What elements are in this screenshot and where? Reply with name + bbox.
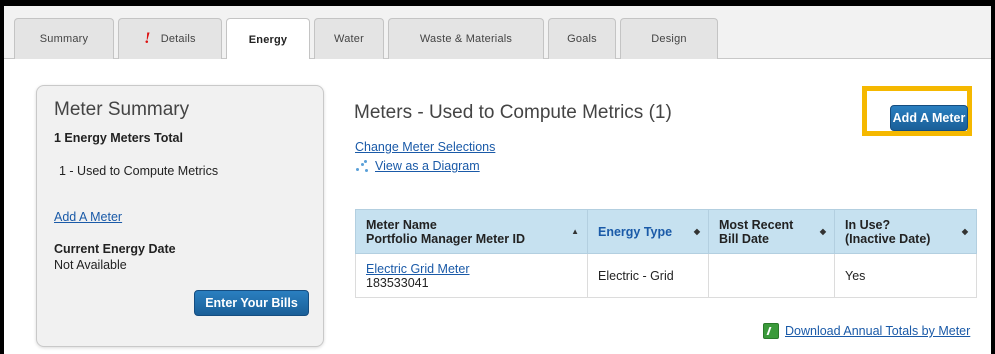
header-label: In Use? <box>845 217 891 232</box>
sort-icon: ◆ <box>819 226 826 236</box>
header-label: (Inactive Date) <box>845 231 931 246</box>
meter-summary-title: Meter Summary <box>54 99 190 120</box>
add-meter-highlight: Add A Meter <box>862 86 972 136</box>
tab-energy[interactable]: Energy <box>226 18 310 60</box>
tab-goals[interactable]: Goals <box>548 18 616 59</box>
tab-label: Design <box>651 33 687 45</box>
meters-used-count: 1 - Used to Compute Metrics <box>59 164 219 178</box>
tab-bar: Summary ! Details Energy Water Waste & Ma… <box>4 6 991 60</box>
tab-label: Energy <box>248 33 288 46</box>
tab-waste-materials[interactable]: Waste & Materials <box>388 18 544 59</box>
sort-icon: ◆ <box>693 226 700 236</box>
table-header-row: Meter Name Portfolio Manager Meter ID ▲ … <box>355 209 977 254</box>
current-energy-date-value: Not Available <box>54 258 127 272</box>
meter-name-cell: Electric Grid Meter 183533041 <box>355 253 588 298</box>
excel-icon <box>763 323 779 339</box>
header-label: Bill Date <box>719 231 770 246</box>
tab-design[interactable]: Design <box>620 18 718 59</box>
tab-label: Details <box>160 33 196 45</box>
download-annual-totals-link[interactable]: Download Annual Totals by Meter <box>763 323 970 339</box>
header-label: Energy Type <box>598 224 673 239</box>
view-as-diagram-label: View as a Diagram <box>375 159 480 173</box>
column-header-meter-name[interactable]: Meter Name Portfolio Manager Meter ID ▲ <box>355 209 588 254</box>
tab-label: Goals <box>567 33 597 45</box>
energy-content: Meter Summary 1 Energy Meters Total 1 - … <box>4 59 991 354</box>
meters-table: Meter Name Portfolio Manager Meter ID ▲ … <box>355 209 977 298</box>
change-meter-selections-link[interactable]: Change Meter Selections <box>355 140 495 154</box>
meters-section-title: Meters - Used to Compute Metrics (1) <box>354 102 672 123</box>
tab-label: Water <box>334 33 364 45</box>
tab-label: Waste & Materials <box>419 33 513 45</box>
tab-water[interactable]: Water <box>314 18 384 59</box>
header-label: Most Recent <box>719 217 794 232</box>
tab-label: Summary <box>39 33 89 45</box>
table-row: Electric Grid Meter 183533041 Electric -… <box>355 253 977 298</box>
diagram-icon <box>355 159 369 173</box>
bill-date-cell <box>708 253 835 298</box>
view-as-diagram-link[interactable]: View as a Diagram <box>355 159 480 173</box>
tab-details[interactable]: ! Details <box>118 18 222 59</box>
add-meter-button[interactable]: Add A Meter <box>890 105 968 131</box>
sort-icon: ◆ <box>961 226 968 236</box>
header-label: Portfolio Manager Meter ID <box>366 231 526 246</box>
meter-id: 183533041 <box>366 275 429 290</box>
current-energy-date-label: Current Energy Date <box>54 242 176 256</box>
enter-your-bills-button[interactable]: Enter Your Bills <box>194 290 309 316</box>
in-use-cell: Yes <box>834 253 977 298</box>
meter-summary-panel: Meter Summary 1 Energy Meters Total 1 - … <box>36 85 324 347</box>
tab-summary[interactable]: Summary <box>14 18 114 59</box>
alert-icon: ! <box>144 30 151 47</box>
column-header-bill-date[interactable]: Most Recent Bill Date ◆ <box>708 209 835 254</box>
column-header-in-use[interactable]: In Use? (Inactive Date) ◆ <box>834 209 977 254</box>
energy-type-cell: Electric - Grid <box>587 253 709 298</box>
sort-asc-icon: ▲ <box>571 226 579 236</box>
add-meter-link[interactable]: Add A Meter <box>54 210 122 224</box>
header-label: Meter Name <box>366 217 437 232</box>
app-frame: Summary ! Details Energy Water Waste & Ma… <box>4 6 991 354</box>
meters-total: 1 Energy Meters Total <box>54 131 183 145</box>
download-label: Download Annual Totals by Meter <box>785 324 971 338</box>
column-header-energy-type[interactable]: Energy Type ◆ <box>587 209 709 254</box>
meter-name-link[interactable]: Electric Grid Meter <box>366 262 470 276</box>
